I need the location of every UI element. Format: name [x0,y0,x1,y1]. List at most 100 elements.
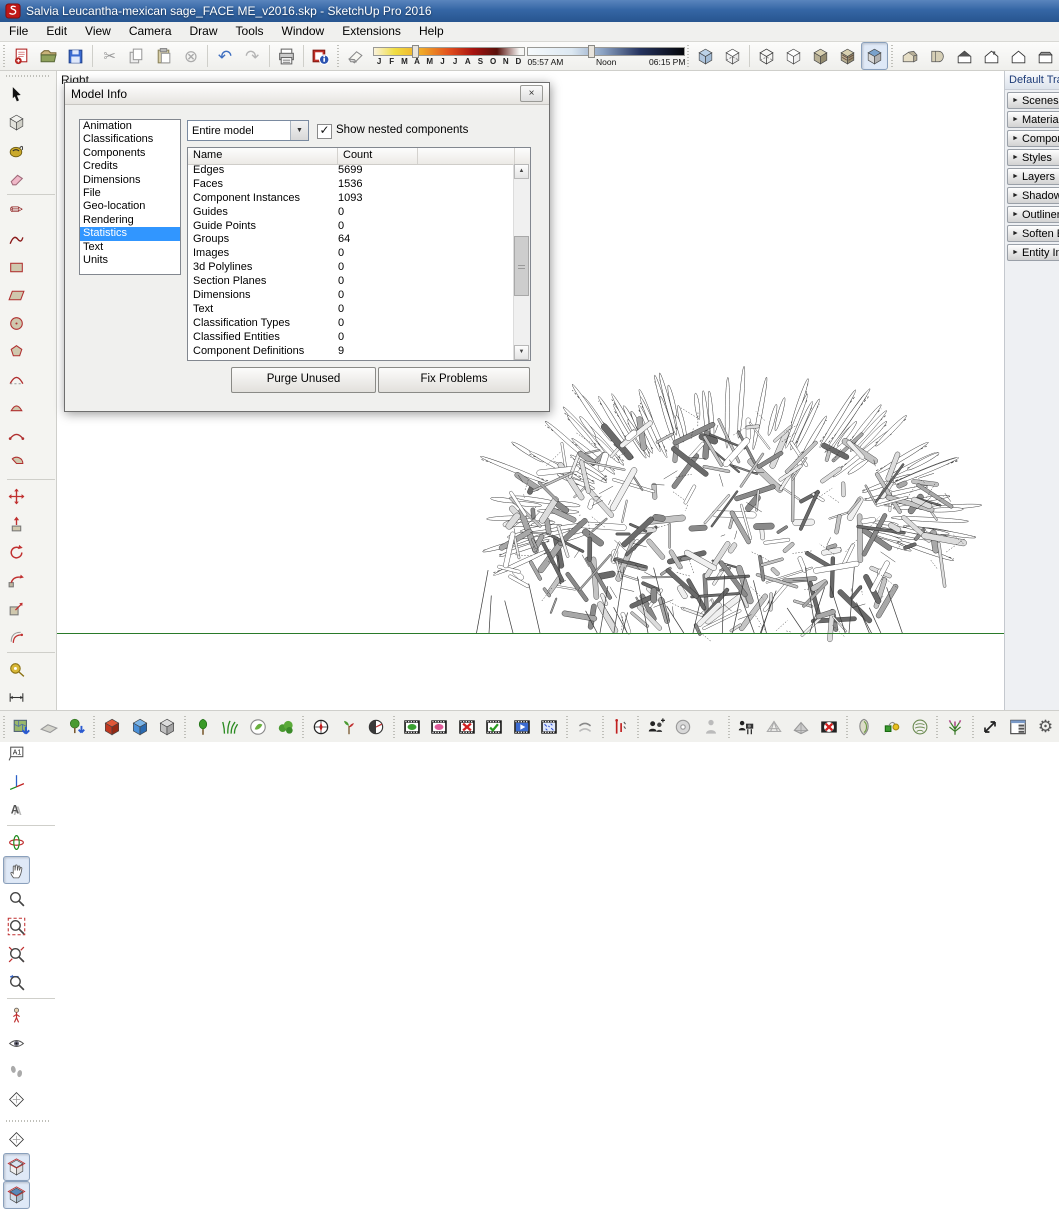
section-plane-tool-button[interactable] [3,1125,30,1153]
wireframe-button[interactable] [753,42,780,70]
full-screen-button[interactable] [977,712,1005,741]
select-button[interactable] [3,80,30,108]
table-row[interactable]: Classified Entities0 [188,331,514,345]
tray-panel-soften-edges[interactable]: ►Soften Edges [1007,225,1059,242]
toolbar-drag-handle[interactable] [93,716,97,738]
camera-person-button[interactable] [732,712,760,741]
people-add-button[interactable] [642,712,670,741]
display-section-cuts-button[interactable] [3,1181,30,1209]
tape-measure-button[interactable] [3,655,30,683]
toolbar-drag-handle[interactable] [183,716,187,738]
table-row[interactable]: Guides0 [188,206,514,220]
view-left-button[interactable] [1005,42,1032,70]
salvia-plant-button[interactable] [941,712,969,741]
menu-view[interactable]: View [76,22,120,41]
scrollbar-thumb[interactable] [514,236,529,296]
copy-button[interactable] [123,42,150,70]
category-dimensions[interactable]: Dimensions [80,174,180,187]
table-row[interactable]: Faces1536 [188,178,514,192]
angle-disc-button[interactable] [362,712,390,741]
dialog-title-bar[interactable]: Model Info × [65,83,549,105]
toolbar-drag-handle[interactable] [565,716,569,738]
arc-button[interactable] [3,393,30,421]
toggle-terrain-button[interactable] [35,712,63,741]
model-info-category-list[interactable]: AnimationClassificationsComponentsCredit… [79,119,181,275]
tray-panel-outliner[interactable]: ►Outliner [1007,206,1059,223]
show-nested-checkbox[interactable]: ✓ [317,124,332,139]
category-classifications[interactable]: Classifications [80,133,180,146]
tray-panel-layers[interactable]: ►Layers [1007,168,1059,185]
toolbar-drag-handle[interactable] [686,45,690,67]
zoom-button[interactable] [3,884,30,912]
follow-me-button[interactable] [3,566,30,594]
two-point-arc-button[interactable] [3,365,30,393]
toolbar-drag-handle[interactable] [601,716,605,738]
freehand-button[interactable] [3,225,30,253]
toolbar-drag-handle[interactable] [6,74,50,78]
back-edges-button[interactable] [719,42,746,70]
erase-button[interactable]: ⊗ [177,42,204,70]
line-button[interactable]: ✏ [3,197,30,225]
zoom-extents-button[interactable] [3,940,30,968]
tray-panel-entity-info[interactable]: ►Entity Info [1007,244,1059,261]
eraser-button[interactable] [3,164,30,192]
section-plane-button[interactable] [3,1085,30,1113]
menu-draw[interactable]: Draw [181,22,227,41]
move-button[interactable] [3,482,30,510]
look-around-button[interactable] [3,1029,30,1057]
import-plant-button[interactable] [63,712,91,741]
tray-panel-materials[interactable]: ►Materials [1007,111,1059,128]
column-header-count[interactable]: Count [338,148,418,164]
toggle-shadows-button[interactable] [342,42,369,70]
table-row[interactable]: Groups64 [188,233,514,247]
position-camera-button[interactable] [3,1001,30,1029]
tray-panel-scenes[interactable]: ►Scenes [1007,92,1059,109]
category-geo-location[interactable]: Geo-location [80,200,180,213]
chevron-down-icon[interactable]: ▼ [290,121,308,140]
x-ray-button[interactable] [692,42,719,70]
disc-button[interactable] [669,712,697,741]
axes-button[interactable] [3,767,30,795]
proxy-play-button[interactable] [508,712,536,741]
close-icon[interactable]: × [520,85,543,102]
proxy-apply-button[interactable] [480,712,508,741]
tray-panel-shadows[interactable]: ►Shadows [1007,187,1059,204]
table-row[interactable]: Guide Points0 [188,220,514,234]
menu-edit[interactable]: Edit [37,22,76,41]
menu-file[interactable]: File [0,22,37,41]
table-row[interactable]: Dimensions0 [188,289,514,303]
category-rendering[interactable]: Rendering [80,214,180,227]
dimension-button[interactable] [3,683,30,711]
circle-button[interactable] [3,309,30,337]
component-blue-button[interactable] [126,712,154,741]
paint-bucket-button[interactable] [3,136,30,164]
sprout-button[interactable] [335,712,363,741]
hidden-line-button[interactable] [780,42,807,70]
person-button[interactable] [697,712,725,741]
leaf-disc-button[interactable] [244,712,272,741]
rectangle-button[interactable] [3,253,30,281]
shrub-button[interactable] [272,712,300,741]
mesh-wire-button[interactable] [760,712,788,741]
table-row[interactable]: Component Instances1093 [188,192,514,206]
toolbar-drag-handle[interactable] [727,716,731,738]
zoom-previous-button[interactable] [3,968,30,996]
view-right-button[interactable] [978,42,1005,70]
category-animation[interactable]: Animation [80,120,180,133]
scope-dropdown[interactable]: Entire model ▼ [187,120,309,141]
offset-button[interactable] [3,622,30,650]
table-row[interactable]: Classification Types0 [188,317,514,331]
column-header-name[interactable]: Name [188,148,338,164]
category-units[interactable]: Units [80,254,180,267]
push-pull-button[interactable] [3,510,30,538]
toolbar-drag-handle[interactable] [890,45,894,67]
shaded-with-textures-button[interactable] [834,42,861,70]
flip-curves-button[interactable] [571,712,599,741]
table-row[interactable]: Component Definitions9 [188,345,514,359]
toolbar-drag-handle[interactable] [6,1119,50,1123]
monochrome-button[interactable] [861,42,888,70]
view-iso-button[interactable] [896,42,923,70]
leaf-sphere-button[interactable] [906,712,934,741]
cut-button[interactable]: ✂ [96,42,123,70]
orbit-button[interactable] [3,828,30,856]
